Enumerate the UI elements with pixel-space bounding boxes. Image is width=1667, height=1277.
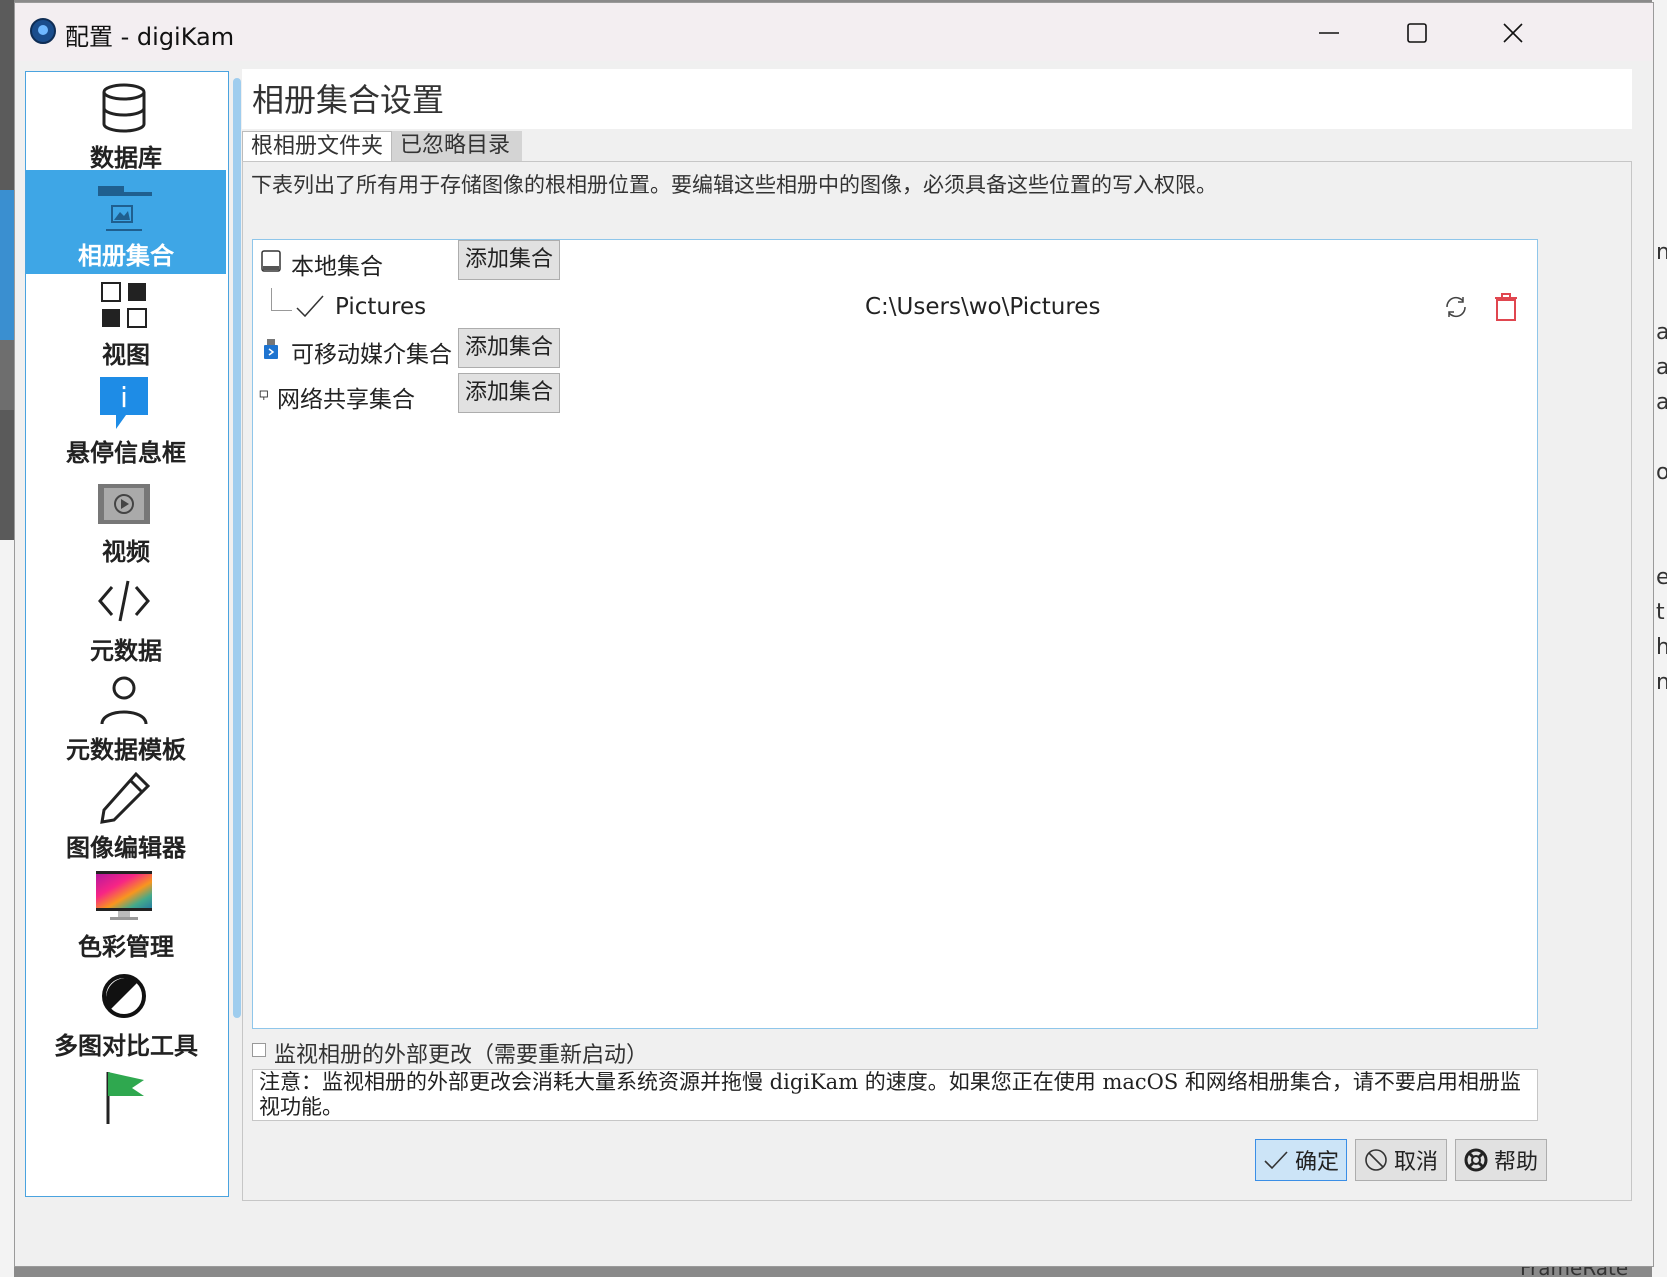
usb-drive-icon: [264, 339, 278, 359]
cancel-icon: [1365, 1149, 1387, 1171]
minimize-icon: [1319, 32, 1339, 34]
svg-text:i: i: [120, 381, 128, 414]
sidebar-item-collections[interactable]: 相册集合: [26, 170, 226, 274]
close-icon: [1503, 23, 1523, 43]
trash-icon[interactable]: [1493, 292, 1519, 322]
maximize-button[interactable]: [1385, 11, 1449, 55]
sidebar-item-video[interactable]: 视频: [26, 466, 226, 570]
tab-root-folders[interactable]: 根相册文件夹: [242, 131, 392, 161]
collection-entry-row[interactable]: Pictures C:\Users\wo\Pictures: [253, 288, 1537, 328]
color-monitor-icon: [96, 871, 152, 920]
sidebar-item-image-editor[interactable]: 图像编辑器: [26, 762, 226, 866]
page-header: 相册集合设置: [242, 69, 1632, 129]
add-network-collection-button[interactable]: 添加集合: [458, 373, 560, 413]
collection-name: Pictures: [335, 294, 427, 320]
lifebuoy-icon: [1464, 1148, 1488, 1172]
network-collections-label: 网络共享集合: [277, 387, 415, 413]
sidebar-item-database[interactable]: 数据库: [26, 72, 226, 176]
sidebar-item-label: 视图: [102, 341, 150, 369]
sidebar-item-label: 数据库: [90, 144, 162, 172]
settings-sidebar: 数据库 相册集合 视图 i 悬停信息框 视频 元数据 元数据模板 图像编辑器 色…: [25, 71, 229, 1197]
collections-list: 本地集合 添加集合 Pictures C:\Users\wo\Pictures: [252, 239, 1538, 1029]
folder-image-icon: [98, 186, 152, 231]
minimize-button[interactable]: [1297, 11, 1361, 55]
removable-collections-label: 可移动媒介集合: [291, 342, 452, 368]
monitor-checkbox[interactable]: [252, 1043, 266, 1057]
refresh-icon[interactable]: [1443, 294, 1469, 320]
sidebar-item-views[interactable]: 视图: [26, 269, 226, 373]
local-collections-row: 本地集合 添加集合: [253, 240, 573, 282]
settings-dialog: 配置 - digiKam 数据库 相册集合 视图 i 悬停信息框 视频 元数据 …: [14, 2, 1654, 1267]
check-icon: [1264, 1151, 1288, 1170]
sidebar-scrollbar[interactable]: [233, 78, 241, 1018]
sidebar-item-label: 元数据: [90, 637, 162, 665]
sidebar-item-color-management[interactable]: 色彩管理: [26, 861, 226, 965]
close-button[interactable]: [1481, 11, 1545, 55]
ok-button[interactable]: 确定: [1255, 1139, 1347, 1181]
tree-connector: [271, 288, 292, 311]
digikam-app-icon: [30, 18, 56, 44]
description-text: 下表列出了所有用于存储图像的根相册位置。要编辑这些相册中的图像，必须具备这些位置…: [251, 173, 1217, 197]
background-app-right: n a a a o e t h n: [1652, 0, 1667, 1277]
sidebar-item-partial[interactable]: [26, 1060, 226, 1164]
database-icon: [102, 83, 146, 133]
add-removable-collection-button[interactable]: 添加集合: [458, 328, 560, 368]
sidebar-item-label: 多图对比工具: [54, 1032, 198, 1060]
title-bar: 配置 - digiKam: [15, 3, 1653, 61]
help-button[interactable]: 帮助: [1455, 1139, 1547, 1181]
sidebar-item-label: 图像编辑器: [66, 834, 186, 862]
hard-drive-icon: [261, 250, 281, 272]
collection-path: C:\Users\wo\Pictures: [865, 294, 1101, 320]
sidebar-item-label: 色彩管理: [78, 933, 174, 961]
network-share-icon: [259, 390, 268, 400]
sidebar-item-metadata-template[interactable]: 元数据模板: [26, 664, 226, 768]
cancel-button-label: 取消: [1393, 1150, 1438, 1175]
pencil-icon: [100, 771, 151, 824]
monitor-note: 注意：监视相册的外部更改会消耗大量系统资源并拖慢 digiKam 的速度。如果您…: [252, 1069, 1538, 1121]
page-title: 相册集合设置: [252, 81, 445, 119]
sidebar-item-light-table[interactable]: 多图对比工具: [26, 960, 226, 1064]
background-app-left: [0, 0, 14, 1277]
flag-icon: [106, 1072, 144, 1124]
video-icon: [98, 484, 150, 524]
cancel-button[interactable]: 取消: [1355, 1139, 1447, 1181]
local-collections-label: 本地集合: [291, 254, 383, 280]
grid-view-icon: [101, 282, 147, 328]
person-icon: [100, 676, 148, 725]
info-tooltip-icon: i: [100, 377, 148, 429]
sidebar-item-label: 相册集合: [78, 242, 174, 270]
sidebar-item-label: 元数据模板: [66, 736, 186, 764]
code-icon: [98, 580, 150, 622]
add-local-collection-button[interactable]: 添加集合: [458, 240, 560, 280]
sidebar-item-tooltip[interactable]: i 悬停信息框: [26, 367, 226, 471]
tab-ignored-directories[interactable]: 已忽略目录: [392, 131, 522, 161]
sidebar-item-label: 悬停信息框: [66, 439, 186, 467]
maximize-icon: [1407, 23, 1427, 43]
contrast-icon: [102, 974, 146, 1018]
monitor-checkbox-label[interactable]: 监视相册的外部更改（需要重新启动）: [274, 1037, 648, 1069]
sidebar-item-metadata[interactable]: 元数据: [26, 565, 226, 669]
sidebar-item-label: 视频: [102, 538, 150, 566]
network-collections-row: 网络共享集合 添加集合: [253, 373, 573, 415]
help-button-label: 帮助: [1493, 1150, 1538, 1175]
window-title: 配置 - digiKam: [65, 23, 235, 51]
check-icon: [296, 295, 324, 318]
ok-button-label: 确定: [1294, 1150, 1339, 1175]
removable-collections-row: 可移动媒介集合 添加集合: [253, 328, 573, 370]
